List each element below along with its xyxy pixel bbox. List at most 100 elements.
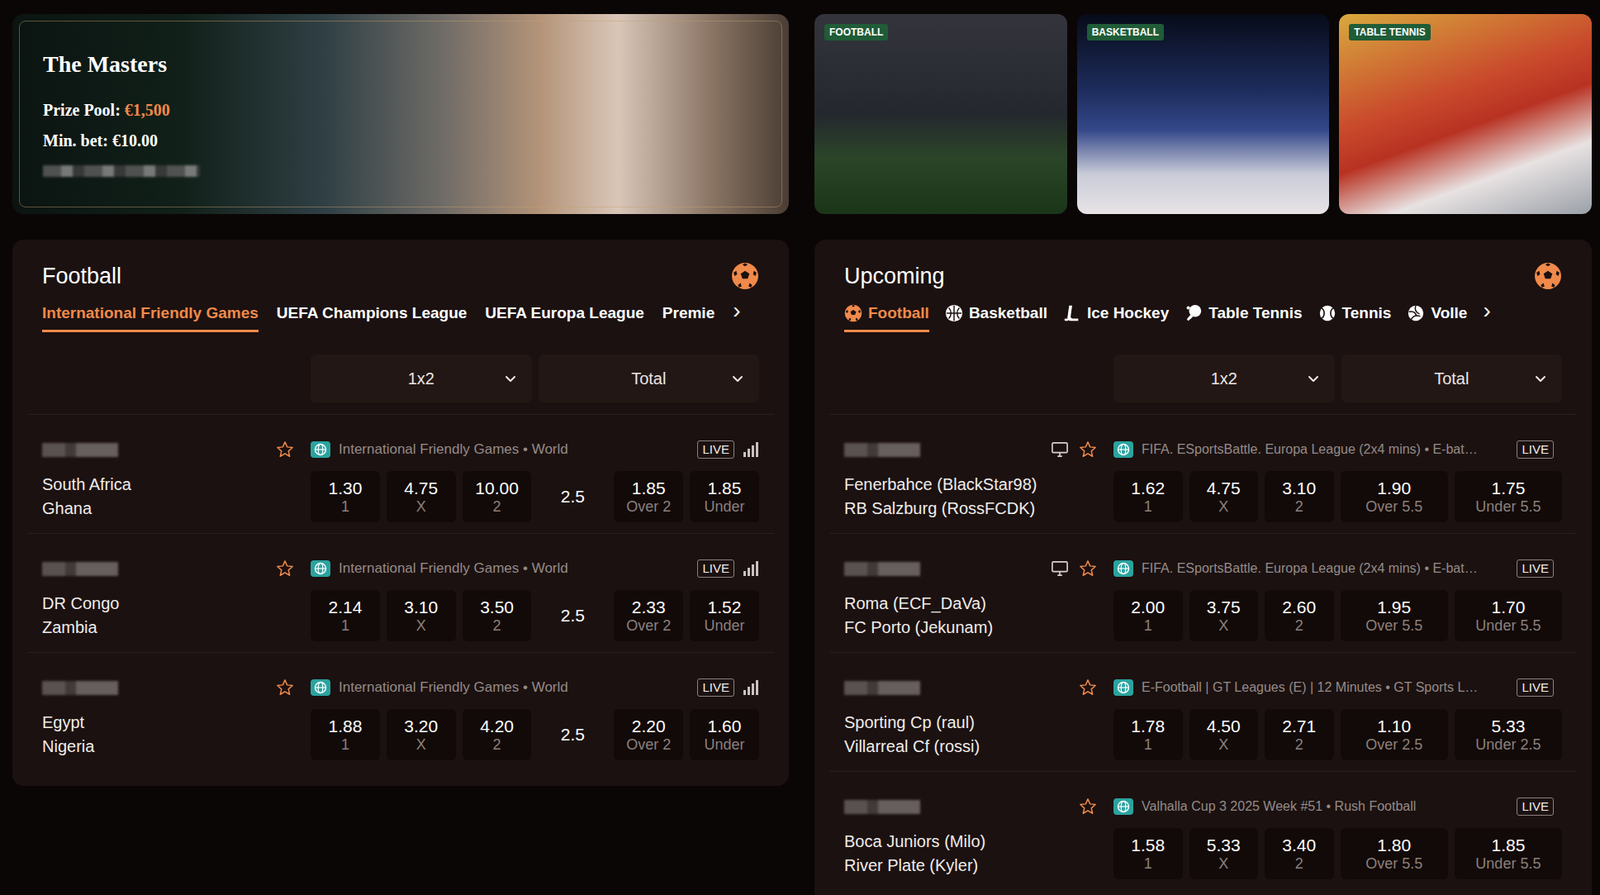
odds-label: Over 2 bbox=[626, 498, 671, 516]
odds-cell[interactable]: 1.781 bbox=[1113, 708, 1183, 760]
match-row[interactable]: International Friendly Games • WorldLIVE… bbox=[27, 651, 774, 771]
odds-label: Over 5.5 bbox=[1365, 854, 1423, 873]
star-icon[interactable] bbox=[1078, 440, 1097, 459]
odds-label: 1 bbox=[1144, 735, 1153, 754]
market-dropdown[interactable]: 1x2 bbox=[310, 354, 532, 403]
match-row[interactable]: FIFA. ESportsBattle. Europa League (2x4 … bbox=[829, 413, 1577, 533]
odds-cell[interactable]: 2.141 bbox=[310, 589, 380, 641]
hockey-stick-icon bbox=[1063, 303, 1082, 323]
tab[interactable]: Tennis bbox=[1318, 299, 1392, 333]
tab[interactable]: Ice Hockey bbox=[1063, 299, 1169, 333]
stream-slot bbox=[1050, 440, 1069, 459]
market-dropdown[interactable]: Total bbox=[538, 354, 760, 403]
odds-label: X bbox=[416, 735, 427, 754]
odds-cell[interactable]: 1.301 bbox=[310, 470, 380, 523]
odds-cell[interactable]: 1.95Over 5.5 bbox=[1340, 589, 1449, 641]
live-badge: LIVE bbox=[697, 559, 735, 578]
odds-cell[interactable]: 1.85Over 2 bbox=[613, 470, 684, 523]
teams: Boca Juniors (Milo)River Plate (Kyler) bbox=[844, 827, 1114, 879]
star-icon[interactable] bbox=[1078, 797, 1097, 816]
odds-cell[interactable]: 1.90Over 5.5 bbox=[1340, 470, 1449, 523]
tab[interactable]: International Friendly Games bbox=[42, 299, 259, 333]
tab[interactable]: Basketball bbox=[944, 299, 1048, 333]
match-row[interactable]: FIFA. ESportsBattle. Europa League (2x4 … bbox=[829, 532, 1577, 652]
odds-cell[interactable]: 2.33Over 2 bbox=[613, 589, 684, 641]
odds-cell[interactable]: 1.621 bbox=[1113, 470, 1183, 523]
odds-cell[interactable]: 10.002 bbox=[462, 470, 532, 523]
odds-cell[interactable]: 2.001 bbox=[1113, 589, 1183, 641]
odds-cell[interactable]: 3.10X bbox=[386, 589, 456, 641]
media-tile[interactable]: FOOTBALL bbox=[814, 14, 1068, 214]
odds-value: 1.10 bbox=[1376, 716, 1411, 736]
odds-label: 1 bbox=[1144, 854, 1153, 873]
total-line: 2.5 bbox=[537, 589, 608, 641]
match-row[interactable]: International Friendly Games • WorldLIVE… bbox=[27, 532, 774, 652]
tab[interactable]: Table Tennis bbox=[1184, 299, 1302, 333]
odds-cell[interactable]: 4.75X bbox=[1189, 470, 1259, 523]
tab[interactable]: Football bbox=[844, 299, 930, 333]
odds-cell[interactable]: 2.712 bbox=[1264, 708, 1335, 760]
odds-cell[interactable]: 5.33X bbox=[1189, 827, 1259, 879]
blurred-time bbox=[42, 680, 119, 695]
odds-value: 1.78 bbox=[1130, 716, 1165, 736]
odds-value: 2.14 bbox=[327, 597, 362, 618]
star-icon[interactable] bbox=[275, 559, 295, 578]
odds-value: 2.33 bbox=[631, 597, 666, 618]
odds-cell[interactable]: 2.602 bbox=[1264, 589, 1335, 641]
tab-label: International Friendly Games bbox=[42, 303, 259, 323]
odds-value: 10.00 bbox=[474, 478, 519, 499]
odds-cell[interactable]: 1.75Under 5.5 bbox=[1454, 470, 1563, 523]
odds-cell[interactable]: 1.10Over 2.5 bbox=[1340, 708, 1449, 760]
star-icon[interactable] bbox=[1078, 678, 1097, 697]
market-dropdown[interactable]: Total bbox=[1341, 354, 1563, 403]
tab[interactable]: UEFA Champions League bbox=[276, 299, 468, 333]
media-tile[interactable]: BASKETBALL bbox=[1077, 14, 1330, 214]
market-dropdown[interactable]: 1x2 bbox=[1113, 354, 1335, 403]
odds-value: 1.85 bbox=[631, 478, 666, 499]
odds-cell[interactable]: 1.85Under bbox=[689, 470, 760, 523]
match-row[interactable]: Valhalla Cup 3 2025 Week #51 • Rush Foot… bbox=[829, 770, 1577, 890]
live-badge: LIVE bbox=[1516, 678, 1554, 697]
league-name: International Friendly Games • World bbox=[338, 678, 569, 696]
star-icon[interactable] bbox=[275, 440, 295, 459]
tab[interactable]: UEFA Europa League bbox=[484, 299, 645, 333]
odds-cell[interactable]: 1.881 bbox=[310, 708, 380, 760]
live-badge: LIVE bbox=[1516, 559, 1554, 578]
tournament-banner[interactable]: The MastersPrize Pool: €1,500Min. bet: €… bbox=[12, 14, 789, 214]
scroll-right-button[interactable]: › bbox=[1482, 302, 1491, 329]
match-row[interactable]: International Friendly Games • WorldLIVE… bbox=[27, 413, 774, 533]
away-team: FC Porto (Jekunam) bbox=[844, 615, 1114, 640]
scroll-right-button[interactable]: › bbox=[732, 302, 741, 329]
odds-cell[interactable]: 3.20X bbox=[386, 708, 456, 760]
odds-cell[interactable]: 1.85Under 5.5 bbox=[1454, 827, 1563, 879]
star-icon[interactable] bbox=[1078, 559, 1097, 578]
tab[interactable]: Volle bbox=[1406, 299, 1468, 333]
media-tile[interactable]: TABLE TENNIS bbox=[1338, 14, 1592, 214]
odds-label: X bbox=[1218, 617, 1229, 635]
match-row[interactable]: E-Football | GT Leagues (E) | 12 Minutes… bbox=[829, 651, 1577, 771]
dropdown-label: 1x2 bbox=[1210, 369, 1238, 389]
odds-cell[interactable]: 2.20Over 2 bbox=[613, 708, 684, 760]
odds-cell[interactable]: 4.75X bbox=[386, 470, 456, 523]
globe-icon bbox=[1113, 678, 1134, 696]
odds-cell[interactable]: 1.581 bbox=[1113, 827, 1183, 879]
star-icon[interactable] bbox=[275, 678, 295, 697]
odds-label: Under 5.5 bbox=[1475, 617, 1541, 635]
odds-cell[interactable]: 1.70Under 5.5 bbox=[1454, 589, 1563, 641]
odds-cell[interactable]: 3.102 bbox=[1264, 470, 1335, 523]
odds-cell[interactable]: 4.50X bbox=[1189, 708, 1259, 760]
odds-cell[interactable]: 5.33Under 2.5 bbox=[1454, 708, 1563, 760]
football-panel: FootballInternational Friendly GamesUEFA… bbox=[12, 239, 789, 786]
tab[interactable]: Premie bbox=[662, 299, 715, 333]
odds-label: Over 5.5 bbox=[1365, 498, 1423, 516]
odds-cell[interactable]: 3.502 bbox=[462, 589, 532, 641]
odds-cell[interactable]: 1.52Under bbox=[689, 589, 760, 641]
odds-cell[interactable]: 3.75X bbox=[1189, 589, 1259, 641]
odds-cell[interactable]: 1.60Under bbox=[689, 708, 760, 760]
odds-cell[interactable]: 1.80Over 5.5 bbox=[1340, 827, 1449, 879]
odds-label: 1 bbox=[341, 617, 350, 635]
league-name: FIFA. ESportsBattle. Europa League (2x4 … bbox=[1141, 560, 1478, 576]
blurred-time bbox=[844, 799, 921, 814]
odds-cell[interactable]: 4.202 bbox=[462, 708, 532, 760]
odds-cell[interactable]: 3.402 bbox=[1264, 827, 1335, 879]
